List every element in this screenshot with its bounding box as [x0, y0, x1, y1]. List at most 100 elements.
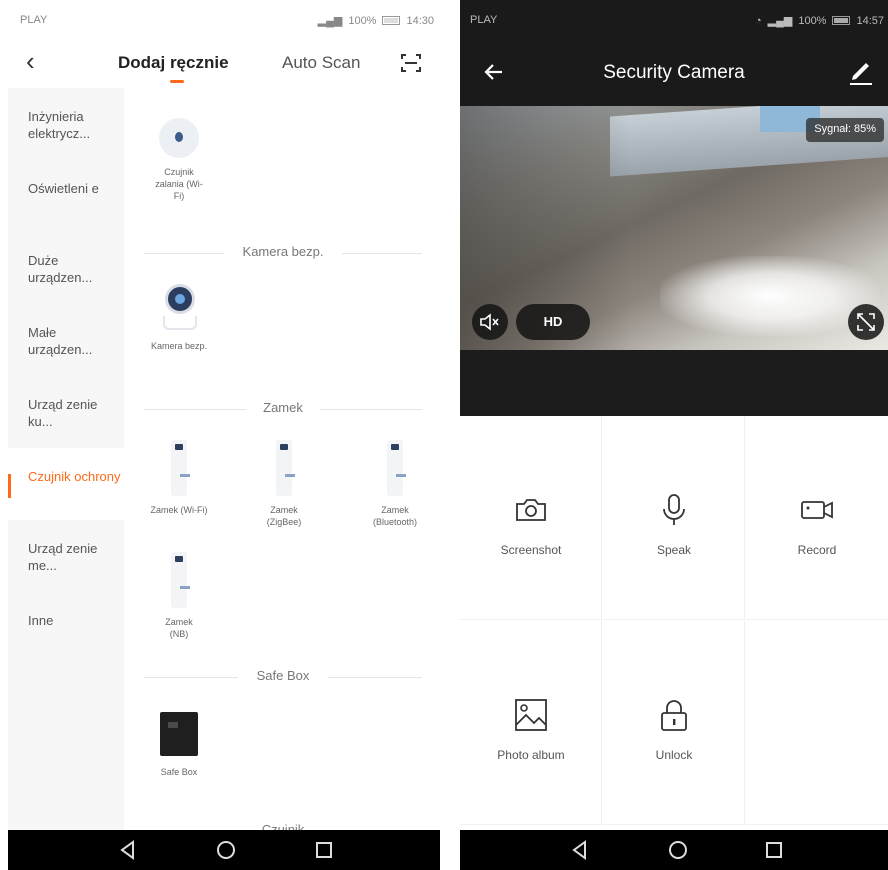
- section-header-camera: Kamera bezp.: [144, 244, 422, 264]
- action-grid: Screenshot Speak Record Photo album Unlo…: [460, 416, 888, 830]
- fullscreen-icon: [857, 313, 875, 331]
- carrier-name: PLAY: [470, 14, 498, 26]
- sidebar-item-other[interactable]: Inne: [8, 592, 124, 664]
- microphone-icon: [663, 494, 685, 525]
- device-label: Kamera bezp.: [150, 341, 208, 351]
- right-phone-screen: PLAY ◔ ▂▄▆ 100% 14:57 Security Camera Sy…: [460, 0, 888, 870]
- device-camera[interactable]: Kamera bezp.: [124, 284, 234, 352]
- camera-live-view[interactable]: Sygnał: 85% HD: [460, 106, 888, 350]
- door-lock-icon: [276, 440, 295, 496]
- device-lock-bluetooth[interactable]: Zamek (Bluetooth): [340, 440, 440, 528]
- sidebar-item-security-sensor[interactable]: Czujnik ochrony: [8, 448, 124, 520]
- camera-device-icon: [159, 284, 199, 334]
- action-label: Photo album: [497, 748, 565, 762]
- empty-cell: [746, 621, 888, 825]
- image-icon: [515, 699, 547, 731]
- battery-percent: 100%: [348, 14, 377, 27]
- nav-home-icon[interactable]: [214, 838, 238, 862]
- signal-icon: ▂▄▆: [767, 15, 793, 27]
- safe-box-icon: [160, 712, 198, 756]
- action-photo-album[interactable]: Photo album: [460, 621, 602, 825]
- nav-back-icon[interactable]: [568, 838, 592, 862]
- device-label: Czujnik zalania (Wi-Fi): [155, 167, 203, 201]
- status-icons: ◔ ▂▄▆ 100% 14:57: [754, 14, 884, 28]
- active-tab-indicator: [170, 80, 184, 83]
- action-speak[interactable]: Speak: [603, 416, 745, 620]
- fullscreen-button[interactable]: [848, 304, 884, 340]
- device-label: Zamek (Wi-Fi): [150, 505, 208, 515]
- status-bar: PLAY ◔ ▂▄▆ 100% 14:57: [460, 0, 888, 40]
- action-label: Screenshot: [500, 543, 562, 557]
- edit-pencil-icon[interactable]: [848, 58, 874, 86]
- flood-sensor-icon: [159, 118, 199, 158]
- action-record[interactable]: Record: [746, 416, 888, 620]
- back-arrow-icon[interactable]: ‹: [26, 48, 46, 74]
- sidebar-item-medical[interactable]: Urząd zenie me...: [8, 520, 124, 592]
- wifi-icon: ◔: [754, 14, 762, 27]
- device-label: Zamek (ZigBee): [266, 505, 302, 527]
- sidebar-item-large-appliances[interactable]: Duże urządzen...: [8, 232, 124, 304]
- section-header-next: Czujnik: [144, 822, 422, 830]
- tab-manual-add[interactable]: Dodaj ręcznie: [118, 53, 229, 73]
- clock: 14:57: [856, 14, 884, 27]
- divider: [328, 677, 422, 678]
- camera-icon: [516, 499, 546, 521]
- sidebar-item-label: Duże urządzen...: [28, 253, 93, 285]
- tab-auto-scan[interactable]: Auto Scan: [282, 53, 360, 73]
- nav-recents-icon[interactable]: [312, 838, 336, 862]
- sidebar-item-small-appliances[interactable]: Małe urządzen...: [8, 304, 124, 376]
- sidebar-item-label: Urząd zenie me...: [28, 541, 98, 573]
- sidebar-item-label: Inne: [28, 613, 54, 628]
- signal-icon: ▂▄▆: [317, 15, 343, 27]
- status-icons: ▂▄▆ 100% 14:30: [317, 14, 434, 28]
- device-label: Safe Box: [160, 767, 198, 777]
- scan-icon[interactable]: [400, 52, 422, 74]
- clock: 14:30: [406, 14, 434, 27]
- sidebar-item-label: Oświetleni e: [28, 181, 99, 196]
- sidebar-item-electrical[interactable]: Inżynieria elektrycz...: [8, 88, 124, 160]
- sidebar-item-kitchen[interactable]: Urząd zenie ku...: [8, 376, 124, 448]
- sidebar-item-label: Inżynieria elektrycz...: [28, 109, 91, 141]
- action-label: Speak: [656, 543, 692, 557]
- device-lock-zigbee[interactable]: Zamek (ZigBee): [229, 440, 339, 528]
- action-unlock[interactable]: Unlock: [603, 621, 745, 825]
- battery-icon: [832, 16, 851, 25]
- section-header-safe: Safe Box: [144, 668, 422, 688]
- action-label: Unlock: [655, 748, 693, 762]
- quality-toggle-button[interactable]: HD: [516, 304, 590, 340]
- top-bar: Security Camera: [460, 40, 888, 106]
- sidebar-item-label: Czujnik ochrony: [28, 469, 121, 484]
- carrier-name: PLAY: [20, 14, 48, 26]
- action-label: Record: [797, 543, 837, 557]
- action-screenshot[interactable]: Screenshot: [460, 416, 602, 620]
- section-header-lock: Zamek: [144, 400, 422, 420]
- android-nav-bar: [460, 830, 888, 870]
- battery-icon: [382, 16, 401, 25]
- video-record-icon: [801, 501, 833, 519]
- nav-home-icon[interactable]: [666, 838, 690, 862]
- section-title: Zamek: [263, 400, 303, 415]
- divider: [342, 253, 422, 254]
- device-lock-nb[interactable]: Zamek (NB): [124, 552, 234, 640]
- page-title: Security Camera: [603, 62, 745, 83]
- sidebar-item-lighting[interactable]: Oświetleni e: [8, 160, 124, 232]
- video-control-band: [460, 350, 888, 416]
- device-lock-wifi[interactable]: Zamek (Wi-Fi): [124, 440, 234, 516]
- padlock-icon: [661, 700, 687, 731]
- sidebar-item-label: Urząd zenie ku...: [28, 397, 98, 429]
- active-category-indicator: [8, 474, 11, 498]
- device-label: Zamek (Bluetooth): [372, 505, 418, 527]
- nav-back-icon[interactable]: [116, 838, 140, 862]
- mute-button[interactable]: [472, 304, 508, 340]
- device-safe-box[interactable]: Safe Box: [124, 712, 234, 778]
- nav-recents-icon[interactable]: [762, 838, 786, 862]
- battery-percent: 100%: [798, 14, 827, 27]
- door-lock-icon: [171, 552, 190, 608]
- door-lock-icon: [171, 440, 190, 496]
- device-label: Zamek (NB): [165, 617, 193, 639]
- sidebar-item-label: Małe urządzen...: [28, 325, 93, 357]
- speaker-muted-icon: [480, 313, 499, 331]
- section-title: Safe Box: [256, 668, 310, 683]
- device-flood-sensor[interactable]: Czujnik zalania (Wi-Fi): [124, 118, 234, 202]
- signal-strength-badge: Sygnał: 85%: [806, 118, 884, 142]
